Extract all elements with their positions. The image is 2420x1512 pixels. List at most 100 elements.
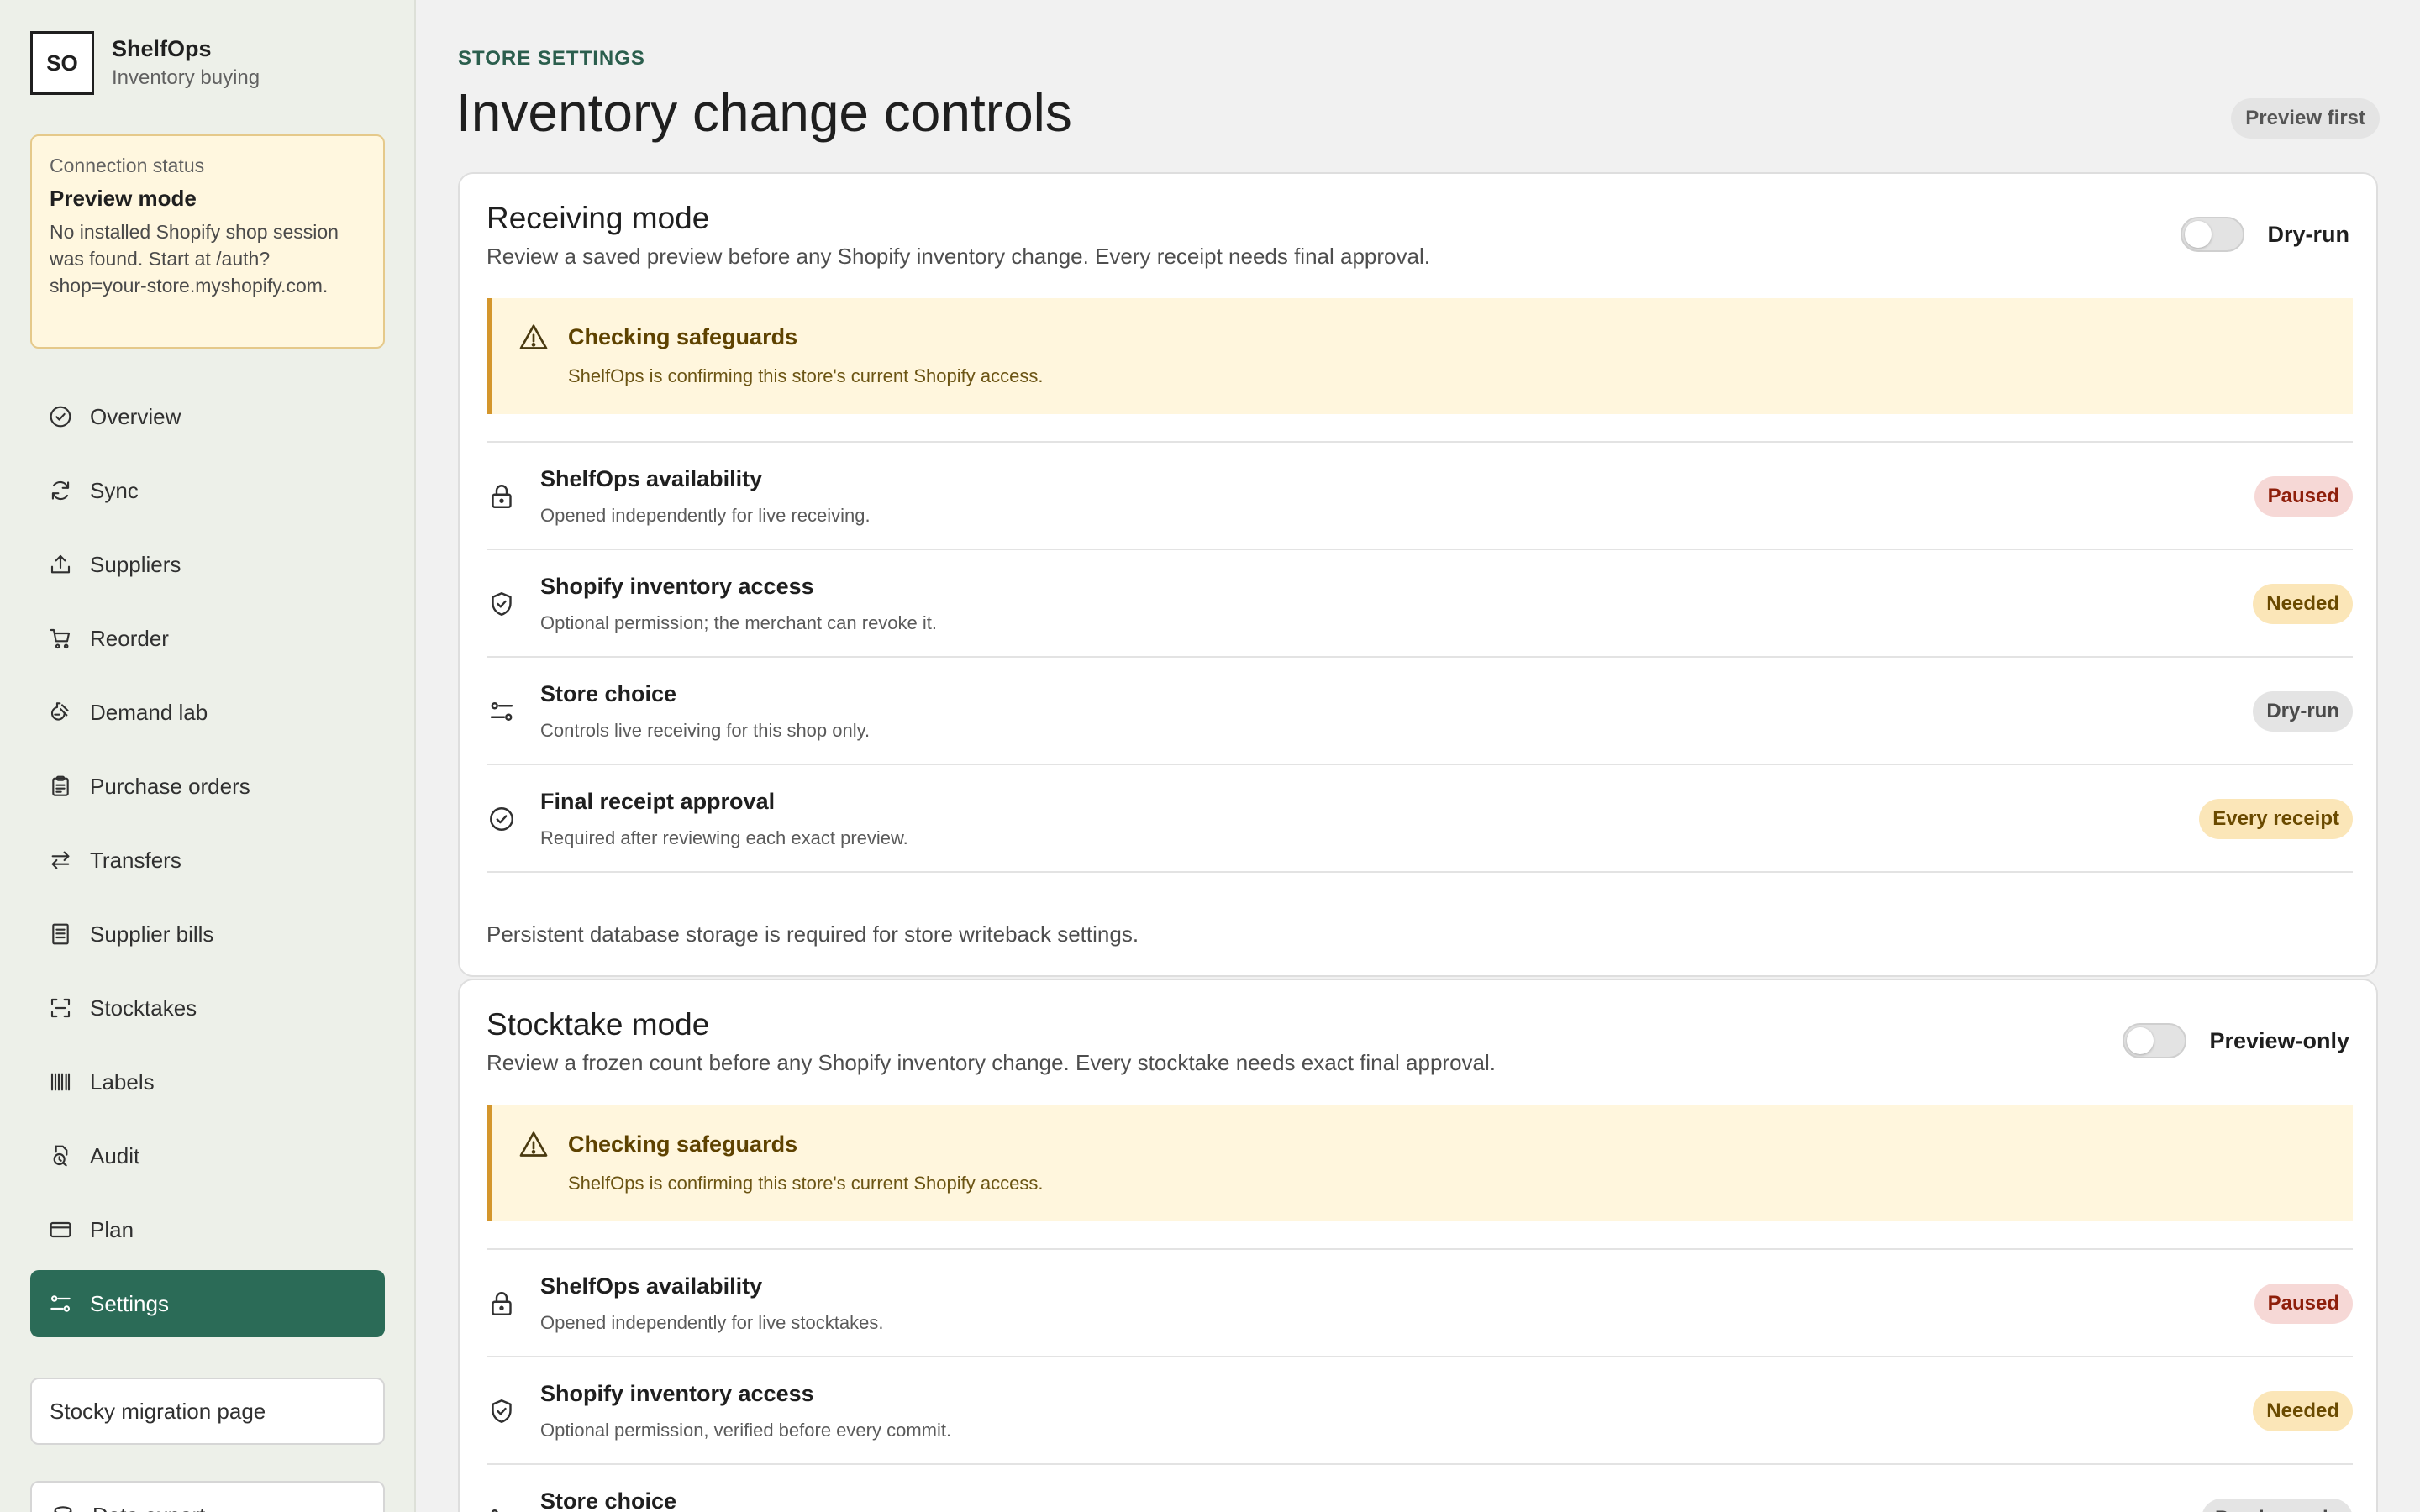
brand-name: ShelfOps	[112, 35, 212, 61]
stocktake-mode-description: Review a frozen count before any Shopify…	[487, 1050, 1497, 1075]
safeguards-alert: Checking safeguards ShelfOps is confirmi…	[487, 1105, 2353, 1221]
warning-icon	[519, 1131, 548, 1157]
lock-icon	[492, 485, 512, 508]
upload-icon	[50, 554, 71, 574]
sidebar-nav: Overview Sync Suppliers Reorder Demand l…	[30, 383, 385, 1344]
cart-icon	[50, 628, 71, 649]
sidebar-item-label: Overview	[90, 403, 182, 429]
row-title: Shopify inventory access	[540, 574, 814, 599]
connection-status-card: Connection status Preview mode No instal…	[30, 134, 385, 349]
receipt-icon	[52, 923, 69, 945]
status-badge: Paused	[2254, 476, 2353, 517]
connection-mode: Preview mode	[50, 186, 197, 211]
toggle-knob	[2185, 221, 2212, 248]
barcode-icon	[50, 1073, 71, 1091]
warning-icon	[519, 324, 548, 349]
sidebar-item-label: Labels	[90, 1068, 155, 1095]
database-icon	[54, 1506, 72, 1512]
list-item: Store choice Preview-only	[487, 1465, 2353, 1512]
receiving-mode-card: Receiving mode Review a saved preview be…	[458, 172, 2378, 977]
sidebar-item-reorder[interactable]: Reorder	[30, 605, 385, 672]
sidebar-item-label: Reorder	[90, 625, 169, 651]
audit-icon	[53, 1145, 68, 1167]
sidebar-item-sync[interactable]: Sync	[30, 457, 385, 524]
status-badge: Dry-run	[2253, 691, 2353, 732]
sidebar-item-demand-lab[interactable]: Demand lab	[30, 679, 385, 746]
page-eyebrow: STORE SETTINGS	[458, 47, 645, 70]
receiving-mode-description: Review a saved preview before any Shopif…	[487, 244, 1430, 269]
row-subtitle: Controls live receiving for this shop on…	[540, 720, 871, 741]
sidebar-item-transfers[interactable]: Transfers	[30, 827, 385, 894]
sidebar-item-settings[interactable]: Settings	[30, 1270, 385, 1337]
stocktake-mode-toggle[interactable]: Preview-only	[2123, 1023, 2349, 1058]
stocky-migration-link[interactable]: Stocky migration page	[30, 1378, 385, 1445]
list-item: ShelfOps availability Opened independent…	[487, 1250, 2353, 1357]
toggle-switch[interactable]	[2123, 1023, 2187, 1058]
sidebar-item-label: Plan	[90, 1216, 134, 1242]
list-item: Store choice Controls live receiving for…	[487, 658, 2353, 765]
row-subtitle: Required after reviewing each exact prev…	[540, 827, 908, 848]
refresh-icon	[51, 480, 70, 501]
sidebar-item-label: Supplier bills	[90, 921, 214, 947]
toggle-label: Preview-only	[2209, 1027, 2349, 1053]
status-badge: Paused	[2254, 1284, 2353, 1324]
stocky-migration-label: Stocky migration page	[50, 1398, 266, 1424]
sidebar-item-label: Suppliers	[90, 551, 182, 577]
scan-icon	[50, 998, 71, 1018]
stocktake-mode-title: Stocktake mode	[487, 1007, 710, 1042]
data-export-link[interactable]: Data export	[30, 1481, 385, 1512]
status-badge: Needed	[2253, 584, 2353, 624]
sliders-icon	[491, 1509, 498, 1512]
sidebar-item-label: Audit	[90, 1142, 140, 1168]
receiving-requirements-list: ShelfOps availability Opened independent…	[487, 441, 2353, 873]
safeguards-alert: Checking safeguards ShelfOps is confirmi…	[487, 298, 2353, 414]
receiving-mode-toggle[interactable]: Dry-run	[2181, 217, 2349, 252]
sidebar-item-label: Settings	[90, 1290, 169, 1316]
list-item: Final receipt approval Required after re…	[487, 765, 2353, 873]
toggle-label: Dry-run	[2267, 221, 2349, 247]
sidebar-item-audit[interactable]: Audit	[30, 1122, 385, 1189]
check-circle-icon	[50, 406, 71, 428]
card-icon	[50, 1221, 71, 1238]
alert-text: ShelfOps is confirming this store's curr…	[568, 365, 1044, 386]
lab-icon	[50, 702, 69, 721]
status-badge: Preview-only	[2201, 1499, 2353, 1512]
lock-icon	[492, 1292, 512, 1315]
sidebar-item-stocktakes[interactable]: Stocktakes	[30, 974, 385, 1042]
sliders-icon	[490, 702, 513, 721]
sidebar-item-purchase-orders[interactable]: Purchase orders	[30, 753, 385, 820]
row-title: ShelfOps availability	[540, 1273, 763, 1299]
row-title: Store choice	[540, 1488, 677, 1512]
row-title: Final receipt approval	[540, 789, 776, 814]
status-badge: Needed	[2253, 1391, 2353, 1431]
receiving-mode-title: Receiving mode	[487, 201, 710, 235]
row-subtitle: Optional permission, verified before eve…	[540, 1420, 952, 1441]
arrows-icon	[51, 851, 70, 869]
toggle-knob	[2127, 1027, 2154, 1054]
sidebar-item-overview[interactable]: Overview	[30, 383, 385, 450]
status-badge: Every receipt	[2199, 799, 2353, 839]
sidebar-item-supplier-bills[interactable]: Supplier bills	[30, 900, 385, 968]
sidebar-item-label: Sync	[90, 477, 139, 503]
brand-logo: SO	[30, 31, 94, 95]
stocktake-requirements-list: ShelfOps availability Opened independent…	[487, 1248, 2353, 1512]
list-item: Shopify inventory access Optional permis…	[487, 1357, 2353, 1465]
list-item: ShelfOps availability Opened independent…	[487, 443, 2353, 550]
shield-check-icon	[492, 1399, 512, 1423]
alert-text: ShelfOps is confirming this store's curr…	[568, 1173, 1044, 1194]
row-title: ShelfOps availability	[540, 466, 763, 491]
row-subtitle: Optional permission; the merchant can re…	[540, 612, 938, 633]
sidebar-item-label: Transfers	[90, 847, 182, 873]
sidebar-item-label: Demand lab	[90, 699, 208, 725]
stocktake-mode-card: Stocktake mode Review a frozen count bef…	[458, 979, 2378, 1512]
alert-title: Checking safeguards	[568, 324, 798, 349]
shield-check-icon	[492, 592, 512, 616]
data-export-label: Data export	[92, 1503, 205, 1512]
sidebar-item-plan[interactable]: Plan	[30, 1196, 385, 1263]
toggle-switch[interactable]	[2181, 217, 2245, 252]
sidebar-item-suppliers[interactable]: Suppliers	[30, 531, 385, 598]
sidebar-item-labels[interactable]: Labels	[30, 1048, 385, 1116]
clipboard-icon	[52, 775, 69, 796]
list-item: Shopify inventory access Optional permis…	[487, 550, 2353, 658]
row-subtitle: Opened independently for live stocktakes…	[540, 1312, 884, 1333]
